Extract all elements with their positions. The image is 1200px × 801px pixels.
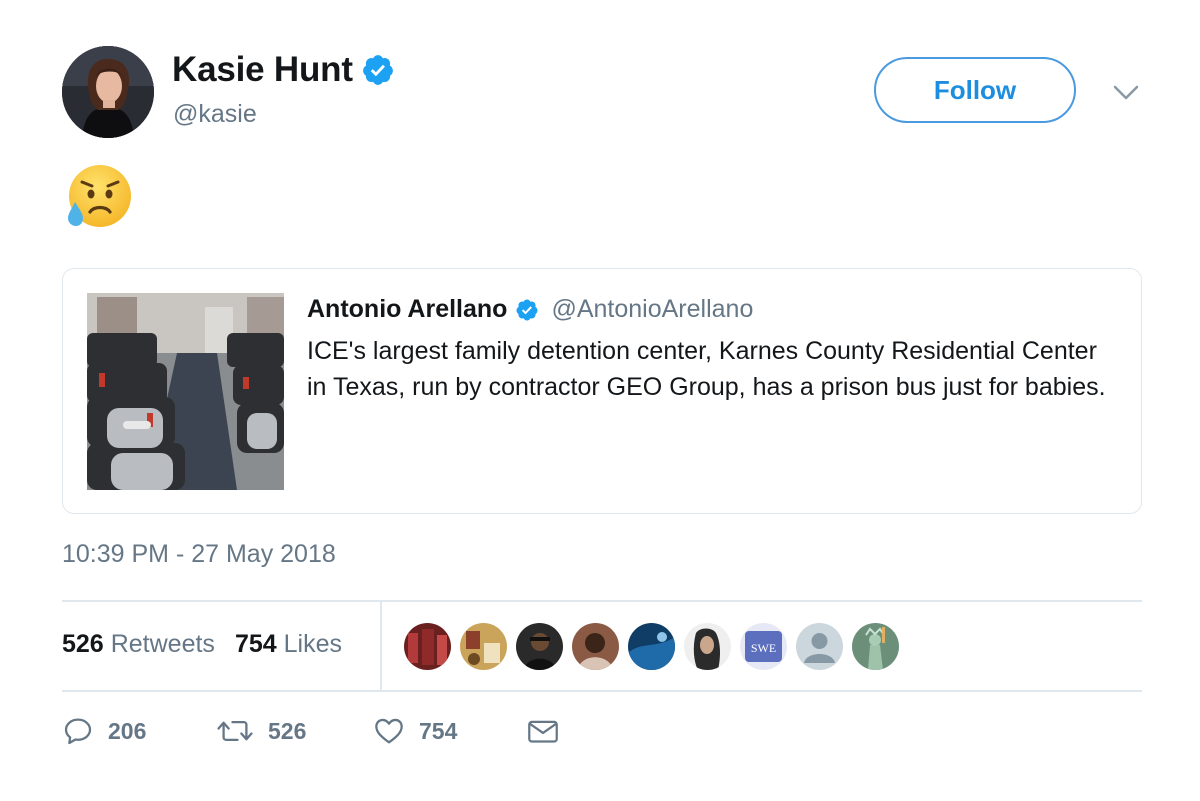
liker-avatar-8[interactable] — [796, 623, 843, 670]
liker-avatar-3[interactable] — [516, 623, 563, 670]
like-count: 754 — [419, 717, 458, 744]
retweet-count: 526 — [268, 717, 307, 744]
liker-avatar-7[interactable]: SWE — [740, 623, 787, 670]
liker-avatar-1[interactable] — [404, 623, 451, 670]
divider — [380, 601, 382, 690]
verified-badge-icon — [361, 53, 395, 87]
liker-avatar-4[interactable] — [572, 623, 619, 670]
disappointed-but-relieved-face-emoji — [62, 162, 134, 234]
chevron-down-icon[interactable] — [1110, 78, 1142, 106]
quoted-handle: @AntonioArellano — [551, 295, 754, 323]
likes-label: Likes — [283, 630, 343, 658]
heart-icon — [373, 715, 405, 747]
tweet-timestamp[interactable]: 10:39 PM - 27 May 2018 — [62, 540, 336, 569]
quoted-tweet-text: ICE's largest family detention center, K… — [307, 337, 1106, 401]
retweets-count: 526 — [62, 630, 104, 658]
quoted-display-name: Antonio Arellano — [307, 295, 508, 323]
liker-avatar-6[interactable] — [684, 623, 731, 670]
liker-avatars: SWE — [404, 623, 908, 670]
liker-avatar-9[interactable] — [852, 623, 899, 670]
envelope-icon — [526, 715, 560, 747]
reply-icon — [62, 715, 94, 747]
tweet-stats: 526 Retweets 754 Likes — [62, 630, 342, 659]
like-button[interactable]: 754 — [373, 715, 457, 747]
retweets-label: Retweets — [110, 630, 215, 658]
author-display-name[interactable]: Kasie Hunt — [172, 50, 353, 90]
author-handle[interactable]: @kasie — [173, 100, 257, 129]
liker-avatar-2[interactable] — [460, 623, 507, 670]
author-name-row[interactable]: Kasie Hunt — [172, 50, 395, 90]
reply-button[interactable]: 206 — [62, 715, 146, 747]
bus-car-seats-photo — [87, 293, 284, 490]
retweets-stat[interactable]: 526 Retweets — [62, 630, 215, 659]
divider — [62, 690, 1142, 692]
retweet-icon — [216, 715, 254, 747]
quoted-tweet-header: Antonio Arellano @AntonioArellano — [307, 295, 753, 324]
divider — [62, 600, 1142, 602]
follow-button[interactable]: Follow — [874, 57, 1076, 123]
liker-avatar-5[interactable] — [628, 623, 675, 670]
direct-message-button[interactable] — [526, 715, 560, 747]
reply-count: 206 — [108, 717, 147, 744]
svg-text:SWE: SWE — [751, 641, 776, 655]
quoted-tweet-card[interactable]: Antonio Arellano @AntonioArellano ICE's … — [62, 268, 1142, 514]
retweet-button[interactable]: 526 — [216, 715, 306, 747]
likes-count: 754 — [234, 630, 277, 658]
verified-badge-icon — [515, 298, 539, 322]
likes-stat[interactable]: 754 Likes — [235, 630, 342, 659]
author-avatar[interactable] — [62, 46, 154, 138]
